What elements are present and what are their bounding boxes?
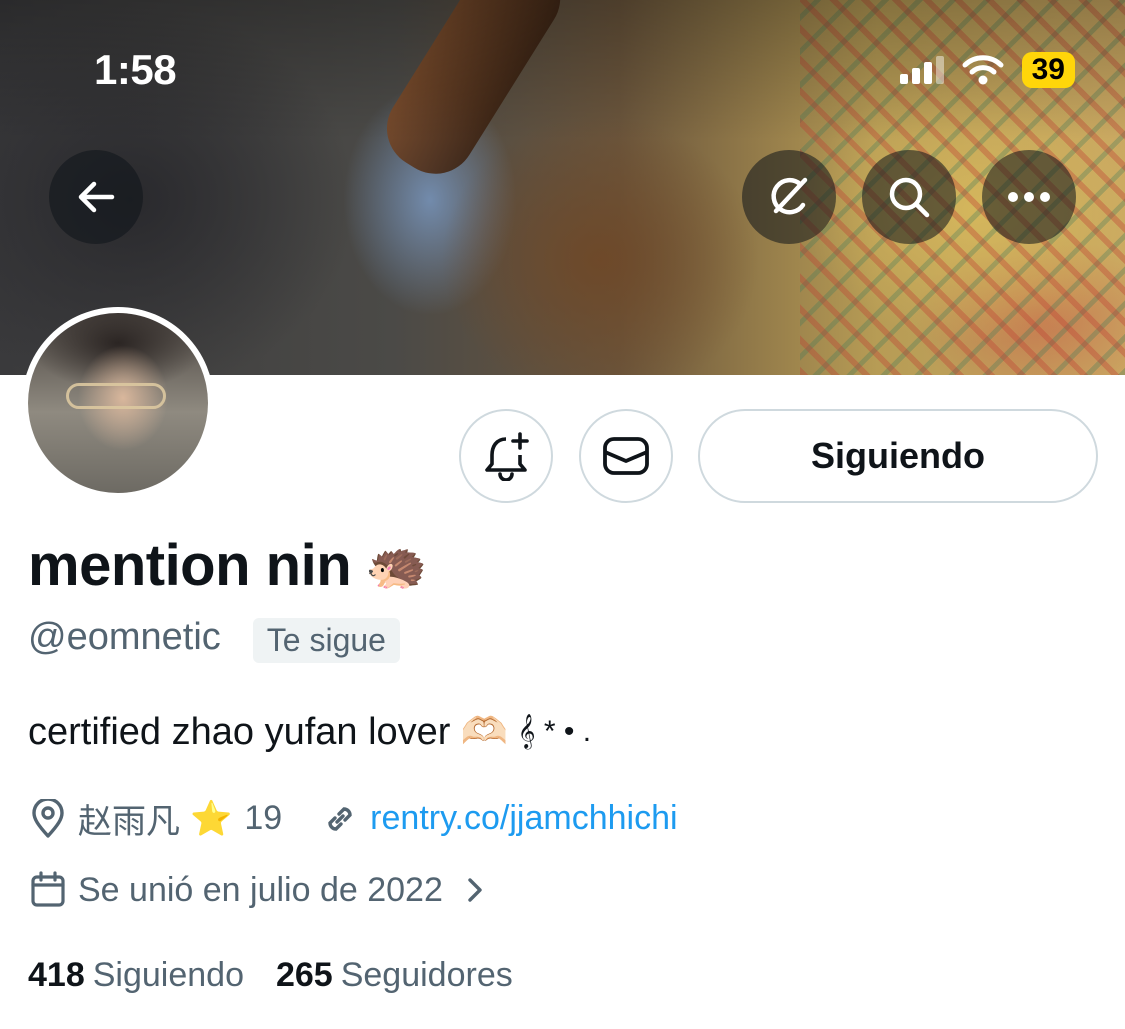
more-options-button[interactable] — [982, 150, 1076, 244]
hedgehog-emoji: 🦔 — [365, 537, 427, 593]
search-button[interactable] — [862, 150, 956, 244]
handle-row: @eomnetic Te sigue — [28, 612, 400, 663]
bio: certified zhao yufan lover 🫶🏻 𝄞 * • . — [28, 710, 591, 754]
joined-date: Se unió en julio de 2022 — [78, 870, 443, 909]
grok-button[interactable] — [742, 150, 836, 244]
bell-plus-icon — [485, 432, 529, 481]
user-handle: @eomnetic — [28, 616, 221, 658]
back-button[interactable] — [49, 150, 143, 244]
grok-icon — [771, 177, 808, 215]
location-text: 赵雨凡 — [78, 803, 180, 841]
display-name-text: mention nin — [28, 533, 352, 598]
following-stat[interactable]: 418 Siguiendo — [28, 956, 244, 995]
envelope-icon — [603, 437, 649, 475]
joined-row[interactable]: Se unió en julio de 2022 — [28, 870, 505, 910]
following-count: 418 — [28, 956, 85, 994]
arrow-left-icon — [78, 181, 115, 213]
followers-count: 265 — [275, 956, 333, 994]
cellular-signal-icon — [899, 56, 944, 84]
bio-text: certified zhao yufan lover — [28, 710, 451, 753]
followers-stat[interactable]: 265 Seguidores — [276, 956, 513, 995]
star-emoji: ⭐ — [190, 799, 233, 838]
avatar-glasses — [66, 383, 166, 409]
chevron-right-icon — [455, 870, 495, 910]
followers-label: Seguidores — [340, 956, 513, 994]
battery-indicator: 39 — [1021, 52, 1075, 88]
notifications-button[interactable] — [459, 409, 553, 503]
location-number: 19 — [244, 799, 283, 837]
link-icon — [320, 799, 360, 839]
wifi-icon — [962, 55, 1004, 85]
more-icon — [1008, 192, 1050, 202]
location-pin-icon — [28, 798, 68, 839]
status-time: 1:58 — [94, 46, 177, 93]
avatar[interactable] — [22, 307, 214, 499]
location-website-row: 赵雨凡 ⭐ 19 rentry.co/jjamchhichi — [28, 794, 678, 843]
following-label: Siguiendo — [92, 956, 244, 994]
message-button[interactable] — [579, 409, 673, 503]
follow-stats: 418 Siguiendo 265 Seguidores — [28, 956, 513, 995]
bio-suffix: 𝄞 * • . — [517, 715, 592, 748]
follows-you-badge: Te sigue — [252, 618, 400, 663]
calendar-icon — [28, 870, 68, 910]
status-icons: 39 — [899, 52, 1075, 88]
display-name: mention nin 🦔 — [28, 532, 427, 599]
avatar-photo — [28, 313, 208, 493]
bio-emoji: 🫶🏻 — [460, 711, 508, 753]
search-icon — [889, 177, 930, 218]
following-button[interactable]: Siguiendo — [698, 409, 1098, 503]
website-link[interactable]: rentry.co/jjamchhichi — [370, 799, 677, 838]
